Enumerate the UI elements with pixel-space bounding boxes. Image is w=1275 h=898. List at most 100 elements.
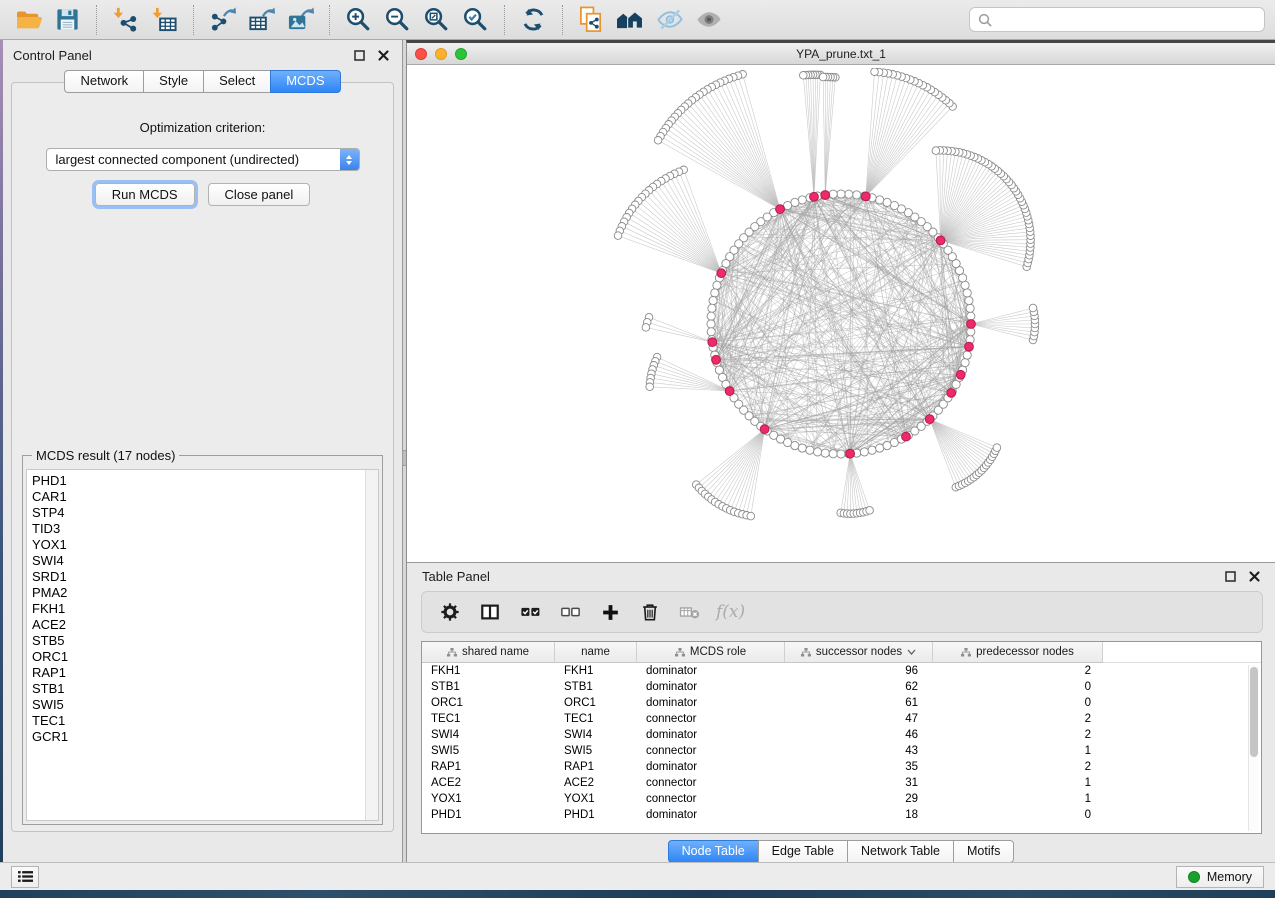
list-item[interactable]: RAP1 bbox=[32, 665, 378, 681]
column-header-mcds-role[interactable]: MCDS role bbox=[637, 642, 785, 663]
list-item[interactable]: PHD1 bbox=[32, 473, 378, 489]
mcds-hub-node[interactable] bbox=[956, 370, 965, 379]
table-row[interactable]: PHD1PHD1dominator180 bbox=[422, 807, 1261, 823]
mcds-hub-node[interactable] bbox=[965, 342, 974, 351]
graph-node[interactable] bbox=[967, 328, 975, 336]
list-item[interactable]: YOX1 bbox=[32, 537, 378, 553]
tab-motifs[interactable]: Motifs bbox=[953, 840, 1014, 863]
search-field[interactable] bbox=[969, 7, 1265, 32]
list-item[interactable]: SRD1 bbox=[32, 569, 378, 585]
graph-node[interactable] bbox=[837, 450, 845, 458]
window-close-light[interactable] bbox=[415, 48, 427, 60]
zoom-in-button[interactable] bbox=[340, 3, 377, 36]
mcds-hub-node[interactable] bbox=[708, 338, 717, 347]
export-table-button[interactable] bbox=[243, 3, 280, 36]
float-panel-icon[interactable] bbox=[354, 50, 365, 61]
graph-node[interactable] bbox=[646, 383, 654, 391]
search-input[interactable] bbox=[998, 11, 1256, 28]
tab-select[interactable]: Select bbox=[203, 70, 270, 93]
import-network-button[interactable] bbox=[107, 3, 144, 36]
graph-node[interactable] bbox=[845, 190, 853, 198]
close-panel-button[interactable]: Close panel bbox=[208, 183, 311, 206]
tab-style[interactable]: Style bbox=[143, 70, 203, 93]
column-header-shared-name[interactable]: shared name bbox=[422, 642, 555, 663]
table-row[interactable]: TEC1TEC1connector472 bbox=[422, 711, 1261, 727]
delete-columns-button[interactable] bbox=[630, 594, 670, 630]
table-row[interactable]: RAP1RAP1dominator352 bbox=[422, 759, 1261, 775]
graph-node[interactable] bbox=[800, 72, 808, 80]
column-header-name[interactable]: name bbox=[555, 642, 637, 663]
graph-node[interactable] bbox=[837, 190, 845, 198]
table-scrollbar[interactable] bbox=[1248, 665, 1259, 831]
show-columns-button[interactable] bbox=[470, 594, 510, 630]
graph-node[interactable] bbox=[654, 137, 662, 145]
mcds-hub-node[interactable] bbox=[925, 415, 934, 424]
graph-node[interactable] bbox=[866, 507, 874, 515]
function-builder-label[interactable]: f(x) bbox=[716, 602, 745, 622]
mcds-hub-node[interactable] bbox=[760, 425, 769, 434]
tab-network[interactable]: Network bbox=[64, 70, 143, 93]
window-zoom-light[interactable] bbox=[455, 48, 467, 60]
table-row[interactable]: STB1STB1dominator620 bbox=[422, 679, 1261, 695]
graph-node[interactable] bbox=[853, 191, 861, 199]
save-session-button[interactable] bbox=[49, 3, 86, 36]
graph-node[interactable] bbox=[707, 320, 715, 328]
list-item[interactable]: STP4 bbox=[32, 505, 378, 521]
run-mcds-button[interactable]: Run MCDS bbox=[95, 183, 195, 206]
mcds-hub-node[interactable] bbox=[717, 269, 726, 278]
graph-node[interactable] bbox=[707, 328, 715, 336]
mcds-hub-node[interactable] bbox=[810, 192, 819, 201]
graph-node[interactable] bbox=[798, 444, 806, 452]
graph-node[interactable] bbox=[642, 324, 650, 332]
graph-node[interactable] bbox=[965, 297, 973, 305]
refresh-layout-button[interactable] bbox=[515, 3, 552, 36]
list-item[interactable]: SWI5 bbox=[32, 697, 378, 713]
graph-node[interactable] bbox=[707, 312, 715, 320]
column-header-successor-nodes[interactable]: successor nodes bbox=[785, 642, 933, 663]
list-item[interactable]: TEC1 bbox=[32, 713, 378, 729]
graph-node[interactable] bbox=[868, 446, 876, 454]
select-all-button[interactable] bbox=[510, 594, 550, 630]
table-row[interactable]: SWI5SWI5connector431 bbox=[422, 743, 1261, 759]
graph-node[interactable] bbox=[821, 449, 829, 457]
table-row[interactable]: ORC1ORC1dominator610 bbox=[422, 695, 1261, 711]
mcds-hub-node[interactable] bbox=[821, 191, 830, 200]
graph-node[interactable] bbox=[829, 450, 837, 458]
close-table-panel-icon[interactable] bbox=[1249, 571, 1260, 582]
mcds-hub-node[interactable] bbox=[725, 387, 734, 396]
table-row[interactable]: FKH1FKH1dominator962 bbox=[422, 663, 1261, 679]
window-minimize-light[interactable] bbox=[435, 48, 447, 60]
graph-node[interactable] bbox=[747, 512, 755, 520]
tab-network-table[interactable]: Network Table bbox=[847, 840, 953, 863]
import-table-button[interactable] bbox=[146, 3, 183, 36]
hide-selected-button[interactable] bbox=[651, 3, 688, 36]
graph-node[interactable] bbox=[814, 448, 822, 456]
result-scrollbar[interactable] bbox=[365, 470, 378, 820]
add-column-button[interactable] bbox=[590, 594, 630, 630]
optimization-criterion-select[interactable]: largest connected component (undirected) bbox=[46, 148, 360, 171]
graph-node[interactable] bbox=[713, 281, 721, 289]
graph-node[interactable] bbox=[963, 289, 971, 297]
graph-node[interactable] bbox=[1029, 304, 1037, 312]
tab-mcds[interactable]: MCDS bbox=[270, 70, 340, 93]
table-row[interactable]: SWI4SWI4dominator462 bbox=[422, 727, 1261, 743]
first-neighbors-button[interactable] bbox=[612, 3, 649, 36]
graph-node[interactable] bbox=[871, 68, 879, 76]
network-titlebar[interactable]: YPA_prune.txt_1 bbox=[407, 43, 1275, 65]
mcds-hub-node[interactable] bbox=[947, 389, 956, 398]
list-item[interactable]: ORC1 bbox=[32, 649, 378, 665]
zoom-fit-button[interactable] bbox=[418, 3, 455, 36]
table-row[interactable]: ACE2ACE2connector311 bbox=[422, 775, 1261, 791]
mcds-hub-node[interactable] bbox=[712, 355, 721, 364]
open-file-button[interactable] bbox=[10, 3, 47, 36]
float-table-panel-icon[interactable] bbox=[1225, 571, 1236, 582]
mcds-hub-node[interactable] bbox=[936, 236, 945, 245]
graph-node[interactable] bbox=[711, 289, 719, 297]
list-item[interactable]: ACE2 bbox=[32, 617, 378, 633]
mcds-hub-node[interactable] bbox=[861, 192, 870, 201]
graph-node[interactable] bbox=[967, 312, 975, 320]
mcds-hub-node[interactable] bbox=[846, 449, 855, 458]
tab-node-table[interactable]: Node Table bbox=[668, 840, 758, 863]
graph-node[interactable] bbox=[860, 448, 868, 456]
mcds-hub-node[interactable] bbox=[902, 432, 911, 441]
